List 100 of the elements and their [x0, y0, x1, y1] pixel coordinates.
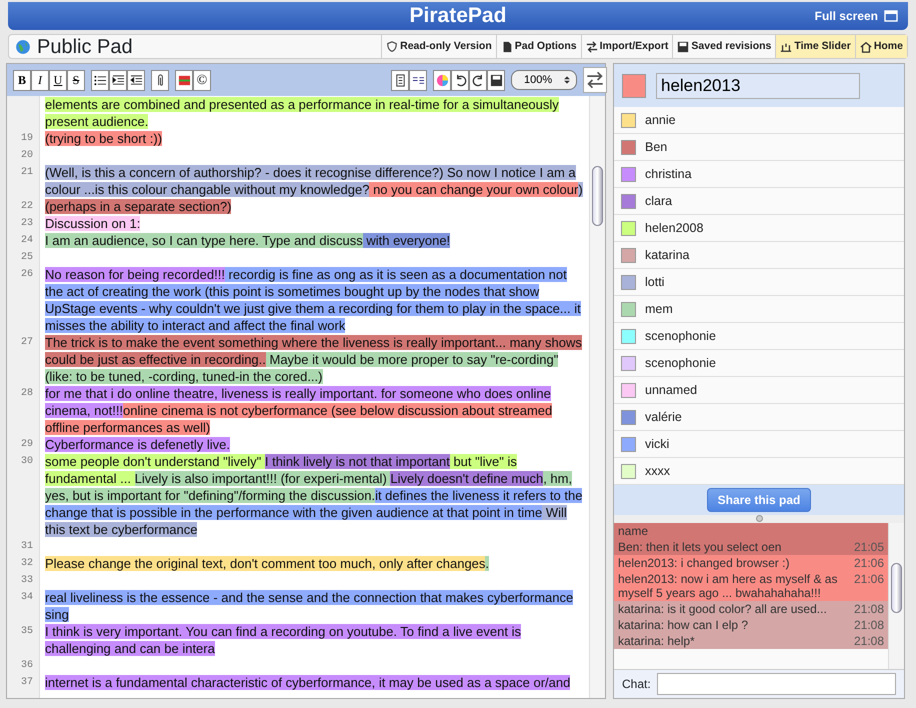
line-number: 19: [20, 132, 34, 146]
columns-button[interactable]: [409, 70, 427, 90]
line-number: 21: [20, 166, 34, 180]
text-line: The trick is to make the event something where the liveness is really important... many shows could be just as effective in recording.. Maybe it would be more proper to say "re-cording" (like: to be tuned, -cording, tuned-in the cored...): [45, 334, 583, 385]
chat-input[interactable]: [656, 672, 896, 695]
window-icon: [884, 9, 898, 23]
indent-button[interactable]: [109, 70, 127, 90]
house-icon: [860, 40, 872, 52]
nav-button[interactable]: Pad Options: [496, 35, 581, 58]
line-number: 22: [20, 200, 34, 214]
chat-message: name: [614, 523, 888, 540]
line-number: 37: [20, 676, 34, 690]
line-number: 23: [20, 217, 34, 231]
user-name: vicki: [645, 436, 670, 453]
redo-button[interactable]: [469, 70, 487, 90]
message-time: 21:08: [854, 634, 884, 648]
line-number: 30: [20, 455, 34, 469]
italic-button[interactable]: I: [31, 70, 49, 90]
line-number: 25: [20, 251, 34, 265]
chat-message: katarina: how can I elp ? 21:08: [614, 617, 888, 634]
redo-icon: [472, 74, 484, 86]
flag-icon: [178, 74, 190, 86]
user-name: Ben: [645, 138, 668, 156]
user-name: xxxx: [645, 462, 670, 480]
swap-arrows-icon: [586, 71, 604, 89]
user-name: valérie: [645, 408, 682, 426]
nav-button[interactable]: Import/Export: [580, 35, 672, 58]
message-time: 21:08: [854, 618, 884, 632]
swap-button[interactable]: [583, 67, 607, 93]
chat-message: helen2013: now i am here as myself & as myself 5 years ago ... bwahahahaha!!! 21:06: [614, 571, 888, 602]
save-icon: [490, 74, 502, 86]
line-number: 32: [20, 557, 34, 571]
line-number: 26: [20, 268, 34, 282]
line-number: 29: [20, 438, 34, 452]
name-field[interactable]: helen2013: [656, 72, 860, 99]
chat-message: katarina: help* 21:08: [614, 633, 888, 650]
globe-icon: [15, 38, 31, 54]
user-name: katarina: [645, 246, 690, 264]
line-number: 27: [20, 336, 34, 350]
line-number: 31: [20, 540, 34, 554]
app-title: PiratePad: [410, 3, 506, 29]
color-swatch[interactable]: [622, 74, 646, 98]
text-line: I am an audience, so I can type here. Type and discuss with everyone!: [45, 232, 452, 249]
undo-button[interactable]: [451, 70, 469, 90]
line-number: 33: [20, 574, 34, 588]
text-line: (Well, is this a concern of authorship? - does it recognise difference?) So now I notice I am a colour ...is this colour changable without my knowledge? no you can change your own colour): [45, 164, 583, 198]
chat-label: Chat:: [622, 676, 651, 693]
message-time: 21:08: [854, 602, 884, 616]
copyright-button[interactable]: ©: [193, 70, 211, 90]
user-name: scenophonie: [645, 354, 716, 372]
text-line: some people don't understand "lively" I think lively is not that important but "live" is fundamental ... Lively is also important!!! (for experi-mental) Lively doesn't define much, hm, yes, but is important for "defining"/forming the discussion.it defines the liveness it refers to the change that is possible in the performance with the given audience at that point in time Will this text be cyberformance: [45, 453, 583, 538]
indent-icon: [112, 74, 124, 86]
paperclip-button[interactable]: [151, 70, 169, 90]
bullet-list-button[interactable]: [91, 70, 109, 90]
outdent-button[interactable]: [127, 70, 145, 90]
user-name: mem: [645, 300, 673, 318]
text-line: Please change the original text, don't comment too much, only after changes.: [45, 555, 490, 572]
line-number: 24: [20, 234, 34, 248]
chat-scrollbar[interactable]: [888, 523, 904, 669]
zoom-select[interactable]: 100%: [511, 70, 577, 90]
slider-icon: [780, 40, 792, 52]
user-name: unnamed: [645, 382, 698, 399]
arrows-icon: [586, 40, 598, 52]
document-icon: [394, 74, 406, 86]
user-name: clara: [645, 192, 672, 210]
stepper-icon: [562, 74, 572, 86]
bullet-list-icon: [94, 74, 106, 86]
text-line: for me that i do online theatre, liveness is really important. for someone who does online cinema, not!!!online cinema is not cyberformance (see below discussion about streamed offline performances as well): [45, 385, 554, 436]
nav-button[interactable]: Time Slider: [775, 35, 855, 58]
scrollbar[interactable]: [589, 96, 605, 698]
message-time: 21:06: [854, 572, 884, 588]
underline-button[interactable]: U: [49, 70, 67, 90]
chat-message: katarina: is it good color? all are used... 21:08: [614, 601, 888, 618]
user-name: lotti: [645, 274, 664, 291]
line-number: 28: [20, 387, 34, 401]
user-name: annie: [645, 112, 676, 129]
line-number: 35: [20, 625, 34, 639]
nav-button[interactable]: Home: [854, 35, 907, 58]
line-number: 36: [20, 659, 34, 673]
bold-button[interactable]: B: [13, 70, 31, 90]
full-screen-button[interactable]: Full screen: [814, 7, 898, 25]
user-name: helen2008: [645, 220, 704, 237]
line-number: 34: [20, 591, 34, 605]
outdent-icon: [130, 74, 142, 86]
page-icon: [500, 40, 513, 52]
pad-title: Public Pad: [37, 34, 133, 60]
save-button[interactable]: [487, 70, 505, 90]
color-wheel-button[interactable]: [433, 70, 451, 90]
chat-message: helen2013: i changed browser :) 21:06: [614, 555, 888, 572]
user-name: scenophonie: [645, 328, 716, 345]
color-wheel-icon: [436, 74, 448, 86]
splitter-handle-icon[interactable]: [756, 515, 762, 522]
chat-message: Ben: then it lets you select oen 21:05: [614, 539, 888, 556]
line-number: 20: [20, 149, 34, 163]
document-button[interactable]: [391, 70, 409, 90]
message-time: 21:05: [854, 540, 884, 554]
nav-button[interactable]: Read-only Version: [381, 35, 496, 58]
flag-button[interactable]: [175, 70, 193, 90]
user-name: christina: [645, 166, 692, 183]
strikethrough-button[interactable]: S: [67, 70, 85, 90]
